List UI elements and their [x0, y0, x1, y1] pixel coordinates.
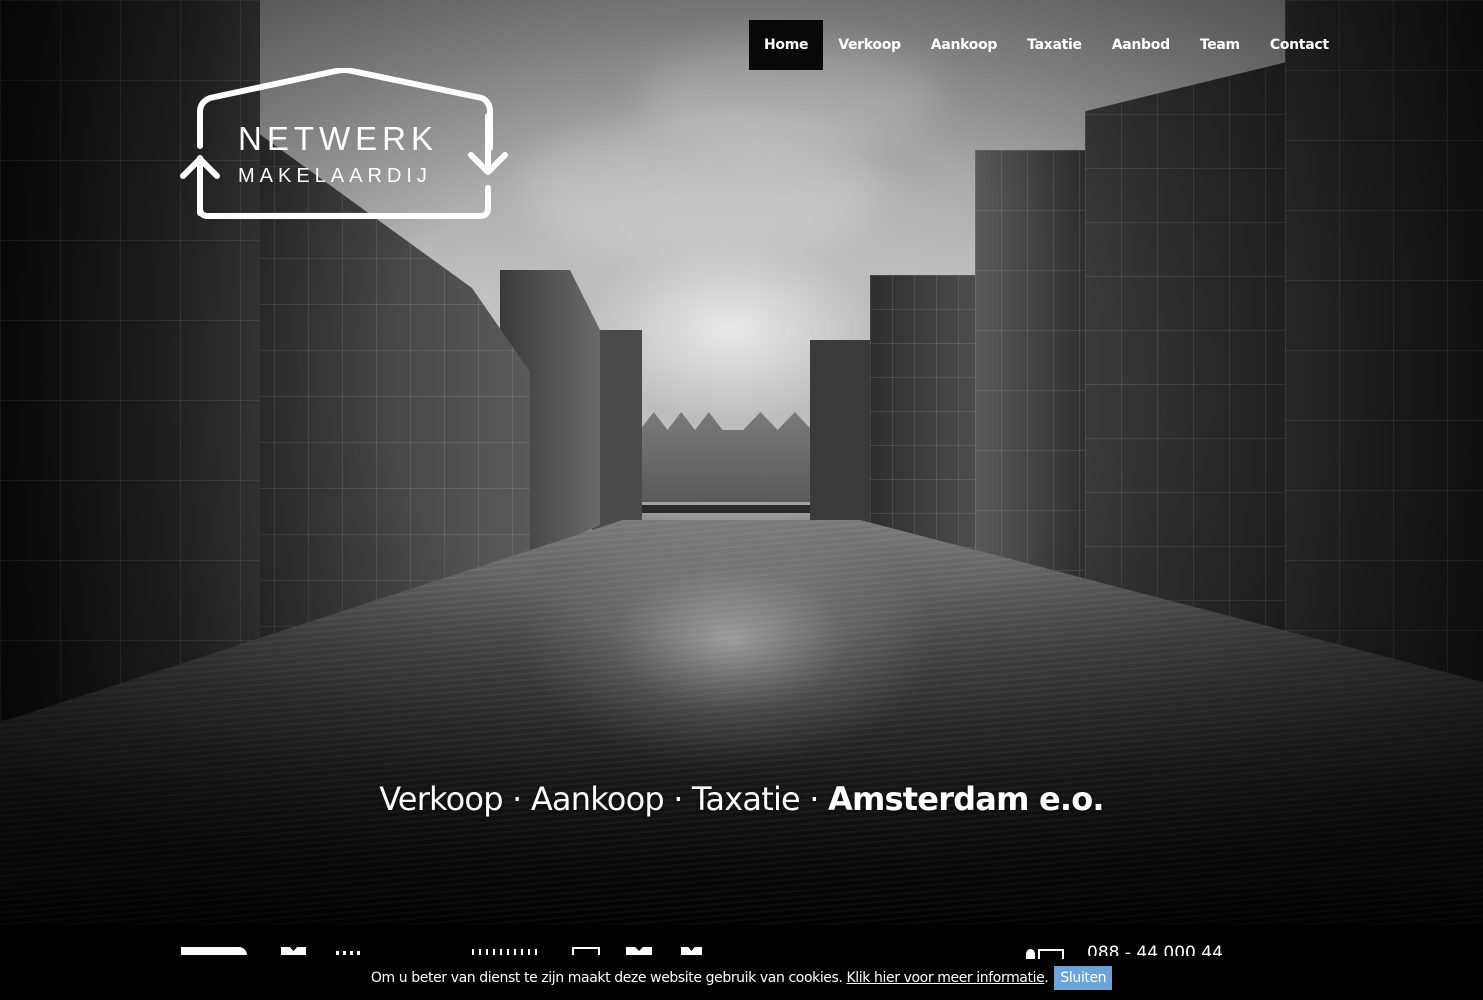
cookie-bar: Om u beter van dienst te zijn maakt deze…	[0, 965, 1483, 991]
phone-number[interactable]: 088 - 44 000 44	[1087, 943, 1223, 956]
partner-logo-6[interactable]	[626, 947, 652, 955]
partner-logo-7[interactable]	[681, 947, 702, 955]
partner-logo-3[interactable]	[336, 951, 360, 955]
main-nav: Home Verkoop Aankoop Taxatie Aanbod Team…	[749, 20, 1344, 70]
nav-team[interactable]: Team	[1185, 20, 1255, 70]
nav-taxatie[interactable]: Taxatie	[1012, 20, 1097, 70]
nav-aankoop[interactable]: Aankoop	[916, 20, 1012, 70]
phone-icon	[1026, 949, 1035, 959]
tagline-services: Verkoop · Aankoop · Taxatie ·	[379, 780, 829, 818]
nav-home[interactable]: Home	[749, 20, 824, 70]
mail-icon[interactable]	[1038, 949, 1064, 959]
partner-logos	[0, 925, 1483, 955]
tagline-region: Amsterdam e.o.	[828, 780, 1105, 818]
logo-text-netwerk: NETWERK	[238, 120, 438, 157]
nav-aanbod[interactable]: Aanbod	[1097, 20, 1185, 70]
partner-logo-1[interactable]	[181, 947, 247, 955]
nav-verkoop[interactable]: Verkoop	[823, 20, 916, 70]
partner-logo-4[interactable]	[472, 949, 542, 955]
site-logo[interactable]: NETWERK MAKELAARDIJ	[178, 68, 510, 224]
cookie-period: .	[1044, 970, 1049, 986]
partner-logo-5[interactable]	[572, 947, 600, 955]
logo-text-makelaardij: MAKELAARDIJ	[238, 165, 432, 187]
cookie-close-button[interactable]: Sluiten	[1054, 966, 1113, 990]
cookie-info-link[interactable]: Klik hier voor meer informatie	[847, 970, 1045, 986]
nav-contact[interactable]: Contact	[1255, 20, 1344, 70]
cookie-text: Om u beter van dienst te zijn maakt deze…	[370, 970, 847, 986]
contact-icons	[1026, 947, 1064, 961]
partner-logo-2[interactable]	[281, 947, 306, 955]
hero-tagline: Verkoop · Aankoop · Taxatie · Amsterdam …	[0, 780, 1483, 818]
